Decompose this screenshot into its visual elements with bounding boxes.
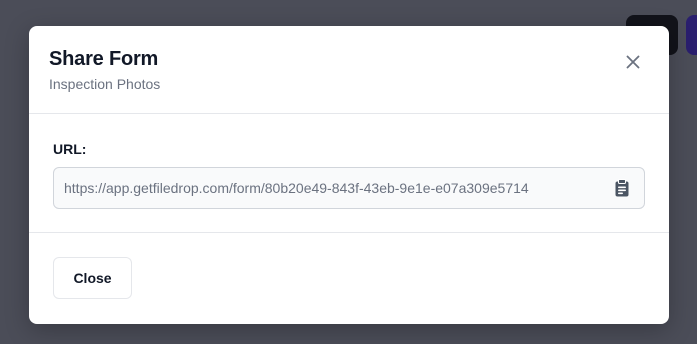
close-icon[interactable] (623, 52, 643, 72)
modal-title: Share Form (49, 48, 159, 70)
url-input[interactable] (54, 168, 602, 208)
share-form-modal: Share Form Inspection Photos URL: Clo (29, 26, 669, 324)
modal-footer: Close (29, 233, 669, 324)
url-label: URL: (53, 141, 87, 157)
close-button[interactable]: Close (53, 257, 132, 299)
background-button-purple (686, 15, 697, 55)
modal-subtitle: Inspection Photos (49, 76, 161, 92)
url-field (53, 167, 645, 209)
modal-body: URL: (29, 114, 669, 233)
modal-header: Share Form Inspection Photos (29, 26, 669, 114)
clipboard-icon[interactable] (614, 179, 630, 197)
